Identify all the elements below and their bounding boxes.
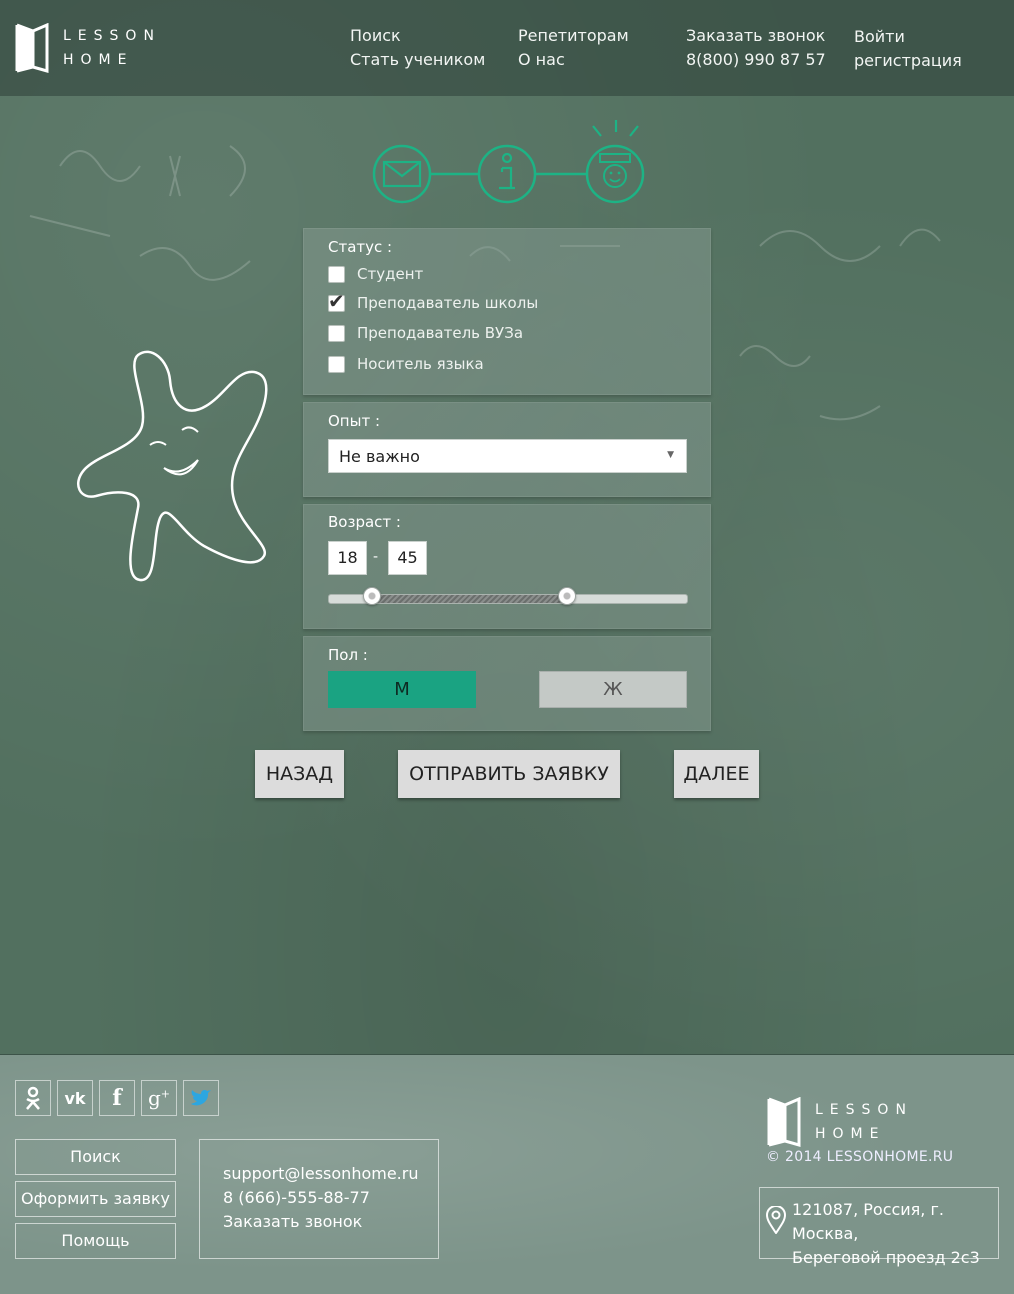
checkbox[interactable]: ✔ [328,289,345,313]
experience-panel: Опыт : Не важно ▼ [303,402,711,497]
gender-female-button[interactable]: Ж [539,671,687,708]
checkmark-icon: ✔ [328,288,345,313]
logo-line-2: HOME [63,52,134,68]
star-mascot-illustration [77,350,268,582]
google-plus-icon[interactable]: g+ [141,1080,177,1116]
dropdown-arrow-icon: ▼ [667,450,674,460]
status-option-native-speaker[interactable]: Носитель языка [328,355,484,373]
nav-about-link[interactable]: О нас [518,48,629,72]
progress-steps [372,120,645,204]
nav-column-2: Репетиторам О нас [518,24,629,72]
experience-select-value: Не важно [339,447,420,466]
age-range-slider[interactable] [328,594,688,604]
site-header: LESSON HOME Поиск Стать учеником Репетит… [0,0,1014,96]
checkbox[interactable] [328,265,345,283]
twitter-icon[interactable] [183,1080,219,1116]
status-option-student[interactable]: Студент [328,265,423,283]
address-line-1: 121087, Россия, г. Москва, [792,1200,944,1243]
order-call-link[interactable]: Заказать звонок [223,1210,438,1234]
footer-logo[interactable]: LESSON HOME [767,1097,913,1147]
age-label: Возраст : [328,513,401,531]
age-range-fill [372,595,567,603]
nav-order-call-link[interactable]: Заказать звонок [686,24,826,48]
footer-search-link[interactable]: Поиск [15,1139,176,1175]
age-max-input[interactable]: 45 [388,541,427,575]
logo-text: LESSON HOME [63,24,161,72]
nav-column-1: Поиск Стать учеником [350,24,485,72]
logo-mark-icon [767,1097,801,1147]
nav-column-3: Заказать звонок 8(800) 990 87 57 [686,24,826,72]
age-panel: Возраст : 18 - 45 [303,504,711,629]
status-option-school-teacher[interactable]: ✔ Преподаватель школы [328,289,539,313]
vk-icon[interactable]: vk [57,1080,93,1116]
support-email-link[interactable]: support@lessonhome.ru [223,1162,438,1186]
age-min-input[interactable]: 18 [328,541,367,575]
checkbox[interactable] [328,324,345,342]
submit-request-button[interactable]: ОТПРАВИТЬ ЗАЯВКУ [398,750,620,798]
logo-text: LESSON HOME [815,1098,913,1146]
next-button[interactable]: ДАЛЕЕ [674,750,759,798]
nav-login-link[interactable]: Войти [854,25,962,49]
nav-become-student-link[interactable]: Стать учеником [350,48,485,72]
address-line-2: Береговой проезд 2с3 [792,1248,980,1267]
nav-phone-link[interactable]: 8(800) 990 87 57 [686,48,826,72]
smiley-icon[interactable] [585,120,645,204]
back-button[interactable]: НАЗАД [255,750,344,798]
footer-contacts: support@lessonhome.ru 8 (666)-555-88-77 … [199,1139,439,1259]
experience-select[interactable]: Не важно ▼ [328,439,687,473]
site-footer: vk f g+ Поиск Оформить заявку Помощь sup… [0,1054,1014,1294]
age-min-handle[interactable] [363,587,381,605]
odnoklassniki-icon[interactable] [15,1080,51,1116]
support-phone: 8 (666)-555-88-77 [223,1188,370,1207]
site-logo[interactable]: LESSON HOME [15,23,161,73]
status-option-label: Преподаватель школы [357,294,539,312]
nav-search-link[interactable]: Поиск [350,24,485,48]
status-option-label: Носитель языка [357,355,484,373]
gender-male-button[interactable]: М [328,671,476,708]
location-pin-icon [766,1206,786,1234]
footer-order-link[interactable]: Оформить заявку [15,1181,176,1217]
footer-address: 121087, Россия, г. Москва, Береговой про… [759,1187,999,1267]
nav-column-4: Войти регистрация [854,25,962,73]
status-panel: Статус : Студент ✔ Преподаватель школы П… [303,228,711,395]
age-range-dash: - [373,549,379,565]
checkbox[interactable] [328,355,345,373]
footer-help-link[interactable]: Помощь [15,1223,176,1259]
logo-line-1: LESSON [63,28,161,44]
info-icon[interactable] [477,144,537,204]
age-max-handle[interactable] [558,587,576,605]
status-option-label: Студент [357,265,424,283]
nav-tutors-link[interactable]: Репетиторам [518,24,629,48]
envelope-icon[interactable] [372,144,432,204]
gender-label: Пол : [328,646,368,664]
status-label: Статус : [328,238,393,256]
experience-label: Опыт : [328,412,381,430]
logo-mark-icon [15,23,49,73]
status-option-university-teacher[interactable]: Преподаватель ВУЗа [328,324,523,342]
nav-register-link[interactable]: регистрация [854,49,962,73]
gender-panel: Пол : М Ж [303,636,711,731]
facebook-icon[interactable]: f [99,1080,135,1116]
status-option-label: Преподаватель ВУЗа [357,324,524,342]
logo-line-2: HOME [815,1126,886,1142]
logo-line-1: LESSON [815,1102,913,1118]
copyright-text: © 2014 LESSONHOME.RU [766,1149,954,1165]
